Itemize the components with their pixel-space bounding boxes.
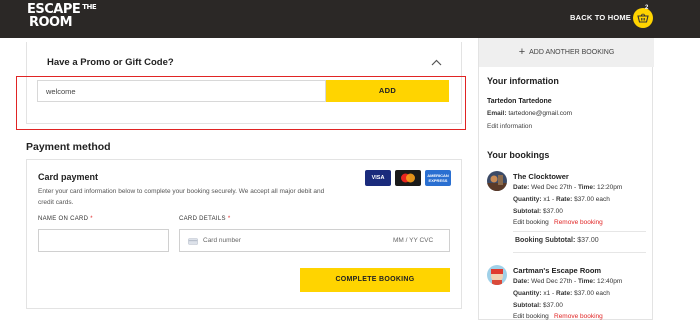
- time-label: Time:: [577, 278, 596, 285]
- card-payment-panel: Card payment Enter your card information…: [26, 159, 462, 309]
- rate-label: Rate:: [556, 196, 573, 203]
- subtotal-value: $37.00: [542, 302, 563, 309]
- email-value: tartedone@gmail.com: [508, 110, 573, 117]
- time-label: Time:: [577, 184, 596, 191]
- promo-title: Have a Promo or Gift Code?: [47, 57, 174, 68]
- time-value: 12:20pm: [596, 184, 623, 191]
- cart-button[interactable]: [633, 8, 653, 28]
- booking-subtotal-line: Subtotal: $37.00: [513, 208, 563, 215]
- mastercard-logo: [395, 170, 421, 186]
- card-details-label: CARD DETAILS *: [179, 216, 230, 222]
- user-email: Email: tartedone@gmail.com: [487, 110, 572, 117]
- escape-the-room-logo[interactable]: ESCAPE THE ROOM: [27, 3, 97, 35]
- promo-add-button[interactable]: ADD: [326, 80, 449, 102]
- add-another-booking-label: ADD ANOTHER BOOKING: [529, 49, 615, 56]
- name-on-card-input[interactable]: [38, 229, 169, 252]
- amex-logo: AMERICAN EXPRESS: [425, 170, 451, 186]
- email-label: Email:: [487, 110, 507, 117]
- complete-booking-button[interactable]: COMPLETE BOOKING: [300, 268, 450, 292]
- cartman-thumbnail: [487, 265, 507, 285]
- booking-subtotal-value: $37.00: [577, 237, 599, 244]
- date-label: Date:: [513, 184, 530, 191]
- name-on-card-label-text: NAME ON CARD: [38, 216, 89, 222]
- quantity-value: x1: [543, 196, 551, 203]
- date-value: Wed Dec 27th: [531, 278, 573, 285]
- clocktower-thumbnail: [487, 171, 507, 191]
- booking-name: Cartman's Escape Room: [513, 266, 602, 275]
- logo-word-room: ROOM: [29, 15, 73, 30]
- booking-sidebar: + ADD ANOTHER BOOKING Your information Ta…: [478, 38, 654, 320]
- card-number-placeholder: Card number: [203, 237, 241, 244]
- user-name: Tartedon Tartedone: [487, 98, 552, 105]
- promo-code-input[interactable]: [37, 80, 326, 102]
- time-value: 12:40pm: [596, 278, 623, 285]
- top-header: ESCAPE THE ROOM BACK TO HOME 2: [0, 0, 700, 38]
- booking-subtotal: Booking Subtotal: $37.00: [515, 237, 599, 244]
- remove-booking-link[interactable]: Remove booking: [554, 219, 603, 226]
- remove-booking-link[interactable]: Remove booking: [554, 313, 603, 320]
- edit-booking-link[interactable]: Edit booking: [513, 219, 549, 226]
- logo-word-the: THE: [82, 3, 97, 11]
- rate-value: $37.00 each: [574, 290, 610, 297]
- back-to-home-link[interactable]: BACK TO HOME: [570, 13, 631, 22]
- credit-card-icon: [188, 238, 198, 245]
- visa-logo: VISA: [365, 170, 391, 186]
- plus-icon: +: [518, 46, 526, 58]
- booking-quantity-rate: Quantity: x1 - Rate: $37.00 each: [513, 290, 610, 297]
- add-another-booking-button[interactable]: + ADD ANOTHER BOOKING: [479, 38, 654, 67]
- expiry-cvc-placeholder: MM / YY CVC: [393, 237, 434, 244]
- your-information-heading: Your information: [487, 76, 559, 86]
- booking-quantity-rate: Quantity: x1 - Rate: $37.00 each: [513, 196, 610, 203]
- quantity-label: Quantity:: [513, 196, 542, 203]
- edit-information-link[interactable]: Edit information: [487, 123, 532, 130]
- booking-divider: [513, 231, 646, 232]
- subtotal-label: Subtotal:: [513, 208, 542, 215]
- booking-subtotal-label: Booking Subtotal:: [515, 237, 576, 244]
- booking-divider: [513, 252, 646, 253]
- booking-name: The Clocktower: [513, 172, 569, 181]
- subtotal-value: $37.00: [542, 208, 563, 215]
- edit-booking-link[interactable]: Edit booking: [513, 313, 549, 320]
- card-details-input[interactable]: Card number MM / YY CVC: [179, 229, 450, 252]
- payment-method-heading: Payment method: [26, 141, 111, 153]
- rate-label: Rate:: [556, 290, 573, 297]
- rate-value: $37.00 each: [574, 196, 610, 203]
- required-mark: *: [227, 216, 231, 222]
- cart-count-badge: 2: [645, 5, 649, 11]
- quantity-label: Quantity:: [513, 290, 542, 297]
- required-mark: *: [90, 216, 93, 222]
- date-label: Date:: [513, 278, 530, 285]
- name-on-card-label: NAME ON CARD *: [38, 216, 93, 222]
- date-value: Wed Dec 27th: [531, 184, 573, 191]
- basket-icon: [637, 13, 649, 23]
- card-payment-title: Card payment: [38, 172, 99, 182]
- booking-date-time: Date: Wed Dec 27th - Time: 12:20pm: [513, 184, 623, 191]
- quantity-value: x1: [543, 290, 551, 297]
- subtotal-label: Subtotal:: [513, 302, 542, 309]
- chevron-up-icon[interactable]: [431, 59, 442, 66]
- your-bookings-heading: Your bookings: [487, 150, 550, 160]
- booking-date-time: Date: Wed Dec 27th - Time: 12:40pm: [513, 278, 623, 285]
- card-details-label-text: CARD DETAILS: [179, 216, 226, 222]
- card-payment-description: Enter your card information below to com…: [38, 188, 325, 206]
- booking-subtotal-line: Subtotal: $37.00: [513, 302, 563, 309]
